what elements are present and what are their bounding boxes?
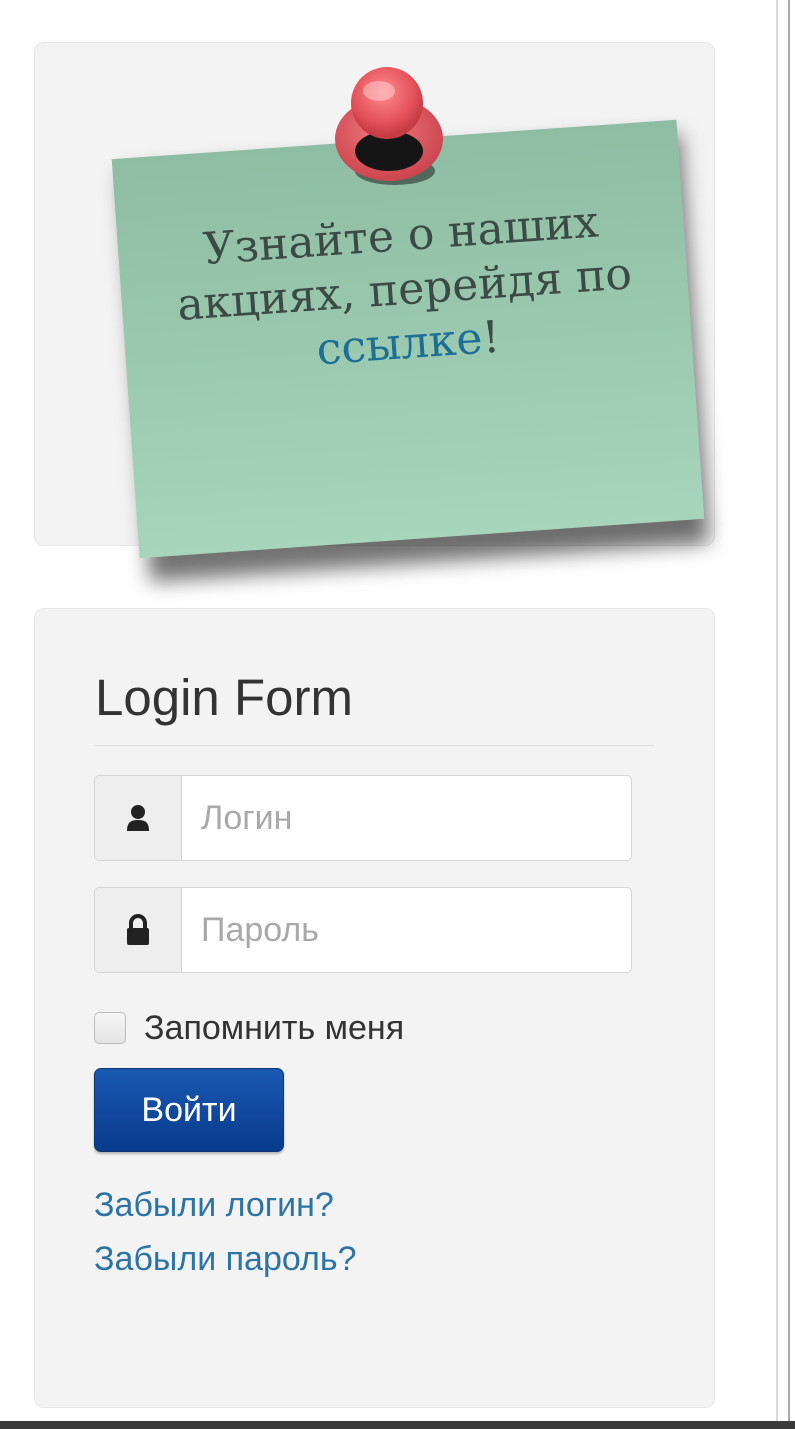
page-edge-line: [788, 0, 790, 1429]
title-divider: [95, 745, 655, 746]
username-input-group: [94, 775, 632, 861]
forgot-login-link[interactable]: Забыли логин?: [94, 1186, 334, 1225]
login-button[interactable]: Войти: [94, 1068, 284, 1152]
push-pin-icon: [335, 67, 443, 185]
promo-link[interactable]: ссылке: [315, 313, 484, 375]
password-input-group: [94, 887, 632, 973]
remember-me[interactable]: Запомнить меня: [94, 1008, 404, 1048]
password-input[interactable]: [183, 888, 629, 972]
login-form-title: Login Form: [95, 669, 353, 726]
promo-text: Узнайте о наших акциях, перейдя по ссылк…: [175, 196, 634, 376]
promo-panel: Узнайте о наших акциях, перейдя по ссылк…: [34, 42, 715, 583]
user-icon: [95, 776, 182, 860]
forgot-password-link[interactable]: Забыли пароль?: [94, 1240, 357, 1279]
lock-icon: [95, 888, 182, 972]
page-bottom-border: [0, 1421, 795, 1429]
remember-me-label: Запомнить меня: [144, 1008, 405, 1047]
username-input[interactable]: [183, 776, 629, 860]
remember-me-checkbox[interactable]: [94, 1012, 126, 1044]
page-edge-line: [776, 0, 778, 1429]
